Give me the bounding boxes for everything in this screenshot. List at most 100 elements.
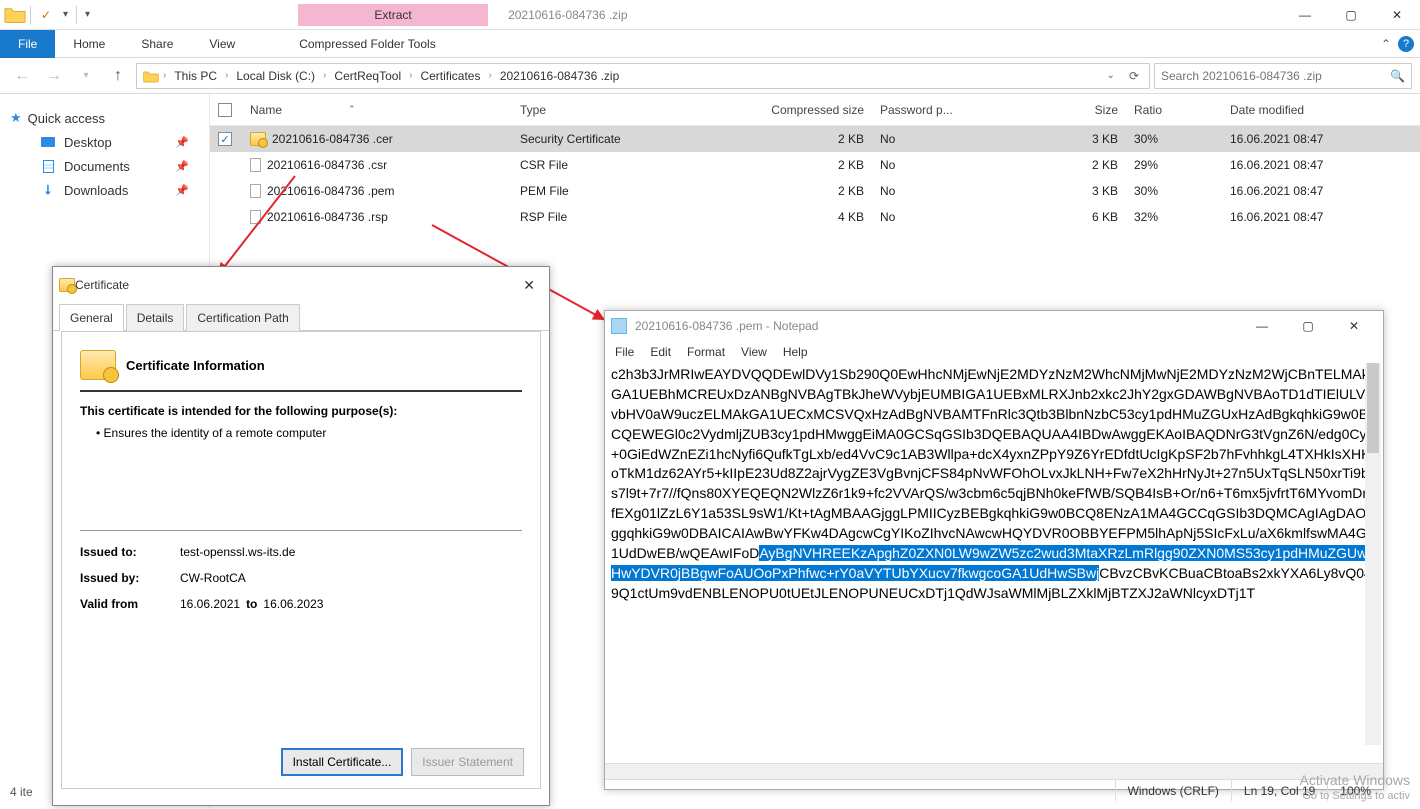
breadcrumb[interactable]: › This PC› Local Disk (C:)› CertReqTool›… — [136, 63, 1150, 89]
qat-divider — [76, 6, 77, 24]
file-row[interactable]: 20210616-084736 .cerSecurity Certificate… — [210, 126, 1420, 152]
file-ratio: 30% — [1126, 132, 1222, 146]
notepad-status-bar: Windows (CRLF) Ln 19, Col 19 100% — [605, 779, 1383, 801]
folder-icon — [141, 69, 161, 83]
folder-icon — [4, 4, 26, 26]
minimize-button[interactable]: ― — [1282, 0, 1328, 30]
help-icon[interactable]: ? — [1398, 36, 1414, 52]
valid-to-value: 16.06.2023 — [263, 597, 323, 611]
file-name: 20210616-084736 .rsp — [267, 210, 388, 224]
file-list-header[interactable]: Name ⌃ Type Compressed size Password p...… — [210, 94, 1420, 126]
row-checkbox[interactable] — [218, 132, 232, 146]
col-size[interactable]: Size — [966, 103, 1126, 117]
refresh-icon[interactable]: ⟳ — [1129, 69, 1139, 83]
check-icon[interactable]: ✓ — [35, 4, 57, 26]
recent-button[interactable]: ▾ — [72, 62, 100, 90]
notepad-icon — [611, 318, 627, 334]
sidebar-item-documents[interactable]: Documents📌 — [10, 154, 199, 178]
file-size: 6 KB — [966, 210, 1126, 224]
dialog-title: Certificate — [75, 278, 129, 292]
file-size: 3 KB — [966, 132, 1126, 146]
maximize-button[interactable]: ▢ — [1285, 311, 1331, 341]
close-button[interactable]: ✕ — [1374, 0, 1420, 30]
notepad-window: 20210616-084736 .pem - Notepad ― ▢ ✕ Fil… — [604, 310, 1384, 790]
cert-purpose-lead: This certificate is intended for the fol… — [80, 404, 522, 418]
menu-edit[interactable]: Edit — [650, 345, 671, 359]
search-box[interactable]: 🔍 — [1154, 63, 1412, 89]
status-encoding: Windows (CRLF) — [1115, 780, 1231, 801]
tab-compressed-tools[interactable]: Compressed Folder Tools — [281, 30, 454, 58]
sidebar-quick-access[interactable]: ★Quick access — [10, 106, 199, 130]
sidebar-item-desktop[interactable]: Desktop📌 — [10, 130, 199, 154]
close-button[interactable]: ✕ — [1331, 311, 1377, 341]
tab-general[interactable]: General — [59, 304, 124, 331]
col-compressed-size[interactable]: Compressed size — [712, 103, 872, 117]
minimize-button[interactable]: ― — [1239, 311, 1285, 341]
issued-by-value: CW-RootCA — [180, 571, 246, 585]
file-icon — [250, 210, 261, 224]
col-password[interactable]: Password p... — [872, 103, 966, 117]
tab-details[interactable]: Details — [126, 304, 185, 331]
file-type: Security Certificate — [512, 132, 712, 146]
dialog-title-bar: Certificate ✕ — [53, 267, 549, 303]
breadcrumb-segment[interactable]: This PC — [168, 64, 223, 88]
menu-help[interactable]: Help — [783, 345, 808, 359]
search-input[interactable] — [1161, 69, 1390, 83]
select-all-checkbox[interactable] — [218, 103, 232, 117]
desktop-icon — [41, 137, 55, 147]
sort-indicator-icon: ⌃ — [348, 104, 356, 115]
tab-file[interactable]: File — [0, 30, 55, 58]
ribbon-collapse-icon[interactable]: ⌃ — [1374, 37, 1398, 51]
breadcrumb-dropdown[interactable]: ⌄ — [1107, 70, 1115, 81]
contextual-tab-extract[interactable]: Extract — [298, 4, 488, 26]
dialog-tabs: General Details Certification Path — [53, 303, 549, 331]
menu-file[interactable]: File — [615, 345, 634, 359]
file-compressed-size: 2 KB — [712, 158, 872, 172]
scroll-thumb[interactable] — [1367, 363, 1379, 453]
col-type[interactable]: Type — [512, 103, 712, 117]
breadcrumb-segment[interactable]: CertReqTool — [328, 64, 407, 88]
horizontal-scrollbar[interactable] — [605, 763, 1383, 779]
certificate-icon — [250, 132, 266, 146]
issuer-statement-button: Issuer Statement — [411, 748, 524, 776]
forward-button[interactable]: → — [40, 62, 68, 90]
qat-customize[interactable]: ▾ — [81, 9, 94, 20]
file-compressed-size: 2 KB — [712, 132, 872, 146]
col-ratio[interactable]: Ratio — [1126, 103, 1222, 117]
menu-format[interactable]: Format — [687, 345, 725, 359]
install-certificate-button[interactable]: Install Certificate... — [281, 748, 404, 776]
sidebar-item-downloads[interactable]: ⭣Downloads📌 — [10, 178, 199, 202]
dialog-body: Certificate Information This certificate… — [61, 331, 541, 789]
breadcrumb-segment[interactable]: Certificates — [414, 64, 486, 88]
file-icon — [250, 184, 261, 198]
tab-share[interactable]: Share — [123, 30, 191, 58]
issued-to-value: test-openssl.ws-its.de — [180, 545, 295, 559]
qat-dropdown[interactable]: ▾ — [59, 9, 72, 20]
file-date: 16.06.2021 08:47 — [1222, 158, 1382, 172]
file-type: CSR File — [512, 158, 712, 172]
ribbon: File Home Share View Compressed Folder T… — [0, 30, 1420, 58]
notepad-text-area[interactable]: c2h3b3JrMRIwEAYDVQQDEwlDVy1Sb290Q0EwHhcN… — [605, 363, 1383, 763]
search-icon[interactable]: 🔍 — [1390, 69, 1405, 83]
close-button[interactable]: ✕ — [515, 277, 543, 294]
file-row[interactable]: 20210616-084736 .rspRSP File4 KBNo6 KB32… — [210, 204, 1420, 230]
file-size: 3 KB — [966, 184, 1126, 198]
vertical-scrollbar[interactable] — [1365, 363, 1381, 745]
file-row[interactable]: 20210616-084736 .csrCSR File2 KBNo2 KB29… — [210, 152, 1420, 178]
breadcrumb-segment[interactable]: 20210616-084736 .zip — [494, 64, 625, 88]
menu-view[interactable]: View — [741, 345, 767, 359]
tab-home[interactable]: Home — [55, 30, 123, 58]
maximize-button[interactable]: ▢ — [1328, 0, 1374, 30]
back-button[interactable]: ← — [8, 62, 36, 90]
file-row[interactable]: 20210616-084736 .pemPEM File2 KBNo3 KB30… — [210, 178, 1420, 204]
file-name: 20210616-084736 .csr — [267, 158, 387, 172]
tab-cert-path[interactable]: Certification Path — [186, 304, 299, 331]
file-date: 16.06.2021 08:47 — [1222, 184, 1382, 198]
up-button[interactable]: ↑ — [104, 62, 132, 90]
col-date[interactable]: Date modified — [1222, 103, 1382, 117]
cert-purpose-item: • Ensures the identity of a remote compu… — [96, 426, 522, 440]
pin-icon: 📌 — [175, 184, 189, 197]
breadcrumb-segment[interactable]: Local Disk (C:) — [230, 64, 321, 88]
col-name[interactable]: Name — [250, 103, 282, 117]
tab-view[interactable]: View — [191, 30, 253, 58]
